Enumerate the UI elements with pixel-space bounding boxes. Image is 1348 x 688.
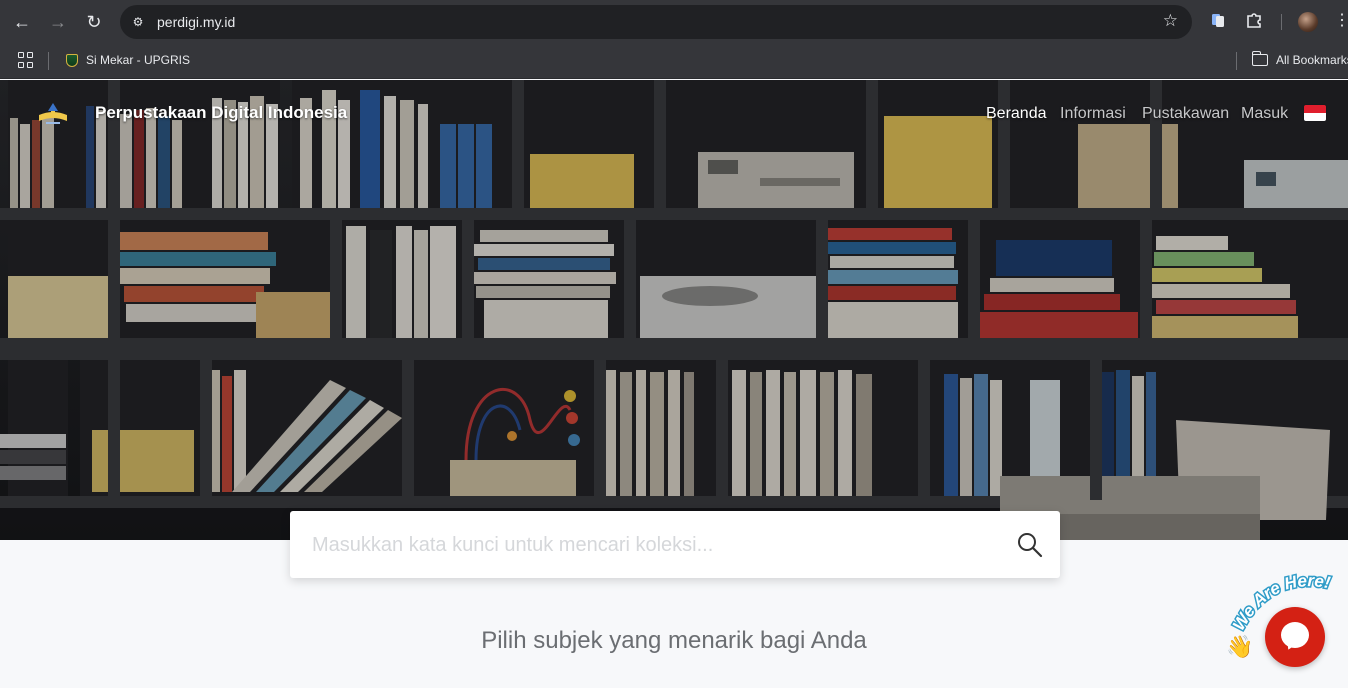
nav-beranda[interactable]: Beranda <box>986 105 1047 123</box>
address-bar[interactable]: ⚙ perdigi.my.id ☆ <box>120 5 1192 39</box>
extension-icon[interactable] <box>1208 11 1228 31</box>
all-bookmarks-link[interactable]: All Bookmarks <box>1276 53 1348 67</box>
profile-avatar[interactable] <box>1298 12 1318 32</box>
hero-overlay <box>0 80 1348 540</box>
nav-masuk[interactable]: Masuk <box>1241 105 1288 123</box>
wave-hand-icon: 👋 <box>1226 634 1253 660</box>
bookmark-favicon <box>66 54 78 67</box>
bookmarks-divider <box>48 52 49 70</box>
bookmarks-divider-right <box>1236 52 1237 70</box>
library-logo-icon[interactable] <box>36 99 70 127</box>
folder-icon[interactable] <box>1251 51 1268 66</box>
url-text[interactable]: perdigi.my.id <box>157 14 235 30</box>
browser-toolbar: ← → ↻ ⚙ perdigi.my.id ☆ ⋮ <box>0 0 1348 44</box>
toolbar-divider <box>1281 14 1282 30</box>
search-input[interactable] <box>312 531 992 559</box>
section-subtitle: Pilih subjek yang menarik bagi Anda <box>481 627 867 654</box>
extensions-puzzle-icon[interactable] <box>1244 11 1264 31</box>
menu-kebab-icon[interactable]: ⋮ <box>1334 11 1348 31</box>
hero-banner: Perpustakaan Digital Indonesia Beranda I… <box>0 80 1348 540</box>
apps-grid-icon[interactable] <box>18 52 34 68</box>
site-settings-icon[interactable]: ⚙ <box>130 14 146 30</box>
reload-icon[interactable]: ↻ <box>81 9 107 35</box>
brand-name[interactable]: Perpustakaan Digital Indonesia <box>95 103 347 123</box>
nav-pustakawan[interactable]: Pustakawan <box>1142 105 1229 123</box>
search-icon[interactable] <box>1016 531 1044 559</box>
bookmark-si-mekar[interactable]: Si Mekar - UPGRIS <box>86 53 190 67</box>
indonesia-flag-icon[interactable] <box>1304 105 1326 121</box>
forward-icon[interactable]: → <box>45 9 71 35</box>
chat-button[interactable] <box>1265 607 1325 667</box>
bookmarks-bar: Si Mekar - UPGRIS All Bookmarks <box>0 44 1348 79</box>
chat-bubble-icon <box>1281 622 1309 648</box>
bookmark-star-icon[interactable]: ☆ <box>1163 11 1178 31</box>
nav-informasi[interactable]: Informasi <box>1060 105 1126 123</box>
search-bar <box>290 511 1060 578</box>
back-icon[interactable]: ← <box>9 9 35 35</box>
